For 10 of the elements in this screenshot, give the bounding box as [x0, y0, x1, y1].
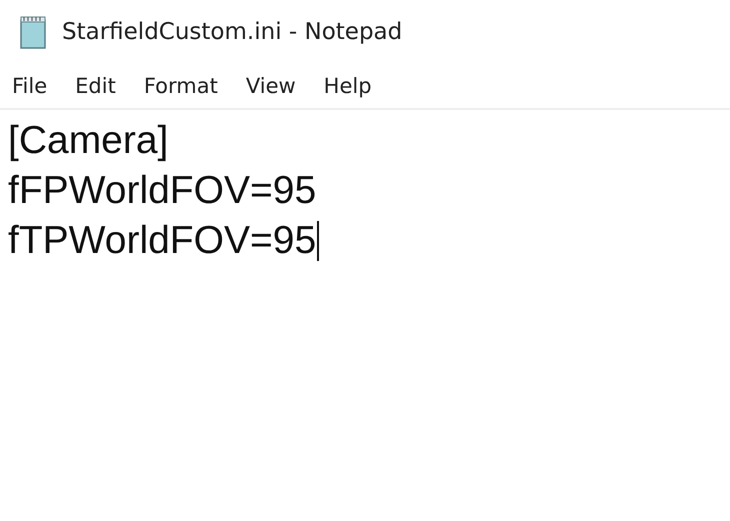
- text-line: [Camera]: [8, 119, 168, 163]
- menu-item[interactable]: View: [246, 74, 296, 98]
- text-cursor: [317, 221, 320, 261]
- text-line: fFPWorldFOV=95: [8, 169, 316, 213]
- menu-item[interactable]: Edit: [75, 74, 116, 98]
- text-line: fTPWorldFOV=95: [8, 219, 316, 263]
- menu-item[interactable]: Format: [144, 74, 218, 98]
- window-title: StarfieldCustom.ini - Notepad: [62, 19, 402, 45]
- menu-item[interactable]: File: [12, 74, 48, 98]
- menu-item[interactable]: Help: [324, 74, 372, 98]
